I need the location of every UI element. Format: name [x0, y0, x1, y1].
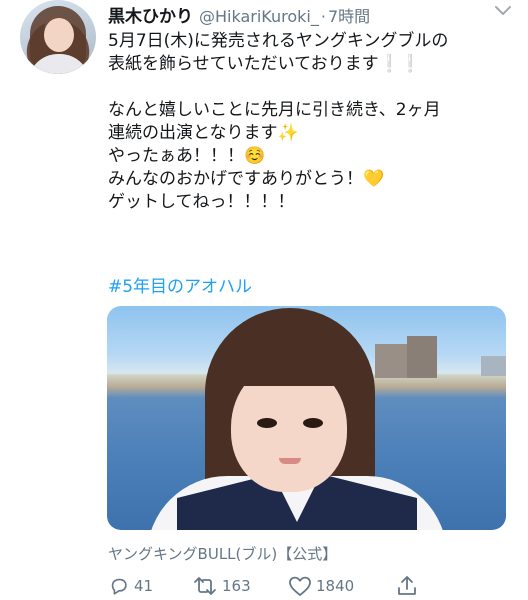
- reply-icon: [111, 578, 127, 595]
- tweet-line: 5月7日(木)に発売されるヤングキングブルの: [108, 31, 449, 51]
- tweet-line: ゲットしてねっ！！！！: [108, 192, 295, 212]
- like-icon: [289, 576, 311, 596]
- retweet-count: 163: [222, 577, 251, 595]
- photo-eye: [303, 418, 323, 428]
- display-name[interactable]: 黒木ひかり: [108, 2, 193, 27]
- tweet-time[interactable]: 7時間: [328, 3, 370, 27]
- user-handle[interactable]: @HikariKuroki_: [199, 7, 319, 26]
- like-button[interactable]: 1840: [288, 574, 396, 598]
- tweet-header: 黒木ひかり @HikariKuroki_ · 7時間: [108, 2, 370, 27]
- reply-count: 41: [134, 577, 154, 595]
- tweet-line: なんと嬉しいことに先月に引き続き、2ヶ月: [108, 100, 441, 120]
- exclamation-emoji: ❕❕: [378, 54, 421, 74]
- like-count: 1840: [316, 577, 355, 595]
- media-source-credit[interactable]: ヤングキングBULL(ブル)【公式】: [108, 543, 337, 564]
- share-button[interactable]: [396, 574, 418, 598]
- reply-button[interactable]: 41: [108, 574, 192, 598]
- building: [407, 336, 437, 378]
- sparkles-emoji: ✨: [277, 123, 299, 143]
- tweet-actions: 41 163 1840: [108, 574, 418, 598]
- photo-eye: [257, 418, 277, 428]
- separator-dot: ·: [320, 7, 326, 26]
- retweet-icon: [194, 577, 216, 595]
- avatar-face: [44, 18, 74, 52]
- chevron-down-icon[interactable]: [492, 2, 514, 20]
- tweet-line: 連続の出演となります✨: [108, 123, 299, 143]
- tweet-text: 5月7日(木)に発売されるヤングキングブルの 表紙を飾らせていただいております❕…: [108, 30, 518, 214]
- photo-mouth: [279, 458, 301, 464]
- yellow-heart-emoji: 💛: [363, 169, 385, 189]
- building: [481, 356, 506, 376]
- share-icon: [398, 576, 416, 595]
- retweet-button[interactable]: 163: [192, 574, 288, 598]
- tweet-line: やったぁあ！！！☺️: [108, 146, 266, 166]
- tweet-line: 表紙を飾らせていただいております❕❕: [108, 54, 421, 74]
- hashtag-link[interactable]: #5年目のアオハル: [108, 272, 252, 297]
- avatar[interactable]: [20, 0, 96, 74]
- tweet-photo[interactable]: [107, 306, 506, 530]
- tweet-line: みんなのおかげですありがとう！💛: [108, 169, 385, 189]
- smiling-emoji: ☺️: [244, 146, 266, 166]
